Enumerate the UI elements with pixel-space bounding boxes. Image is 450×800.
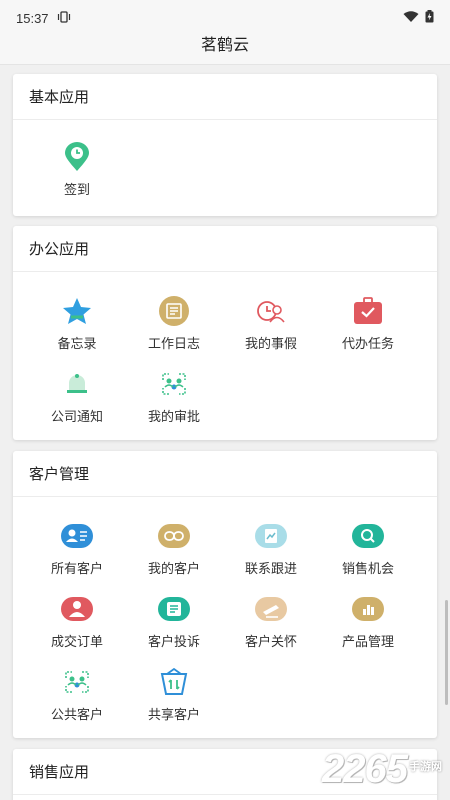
section-title: 客户管理 [13, 451, 437, 497]
contact-followup-label: 联系跟进 [244, 561, 297, 576]
shared-customers-button[interactable]: 共享客户 [126, 665, 222, 723]
company-notice-label: 公司通知 [50, 409, 103, 424]
contact-followup-button[interactable]: 联系跟进 [223, 519, 319, 577]
work-log-button[interactable]: 工作日志 [126, 294, 222, 352]
location-clock-icon [60, 140, 94, 174]
my-approval-button[interactable]: 我的审批 [126, 367, 222, 425]
product-management-button[interactable]: 产品管理 [320, 592, 416, 650]
log-icon [157, 294, 191, 328]
memo-label: 备忘录 [57, 336, 97, 351]
customer-care-button[interactable]: 客户关怀 [223, 592, 319, 650]
section-title: 基本应用 [13, 74, 437, 120]
star-icon [60, 294, 94, 328]
care-icon [254, 592, 288, 626]
wifi-icon [403, 10, 419, 26]
customer-complaint-label: 客户投诉 [147, 634, 200, 649]
status-time: 15:37 [16, 10, 49, 26]
work-log-label: 工作日志 [147, 336, 200, 351]
checkin-label: 签到 [63, 182, 90, 197]
memo-button[interactable]: 备忘录 [29, 294, 125, 352]
company-notice-button[interactable]: 公司通知 [29, 367, 125, 425]
section-basic-apps: 基本应用 签到 [13, 74, 437, 216]
user-order-icon [60, 592, 94, 626]
my-leave-button[interactable]: 我的事假 [223, 294, 319, 352]
bell-icon [60, 367, 94, 401]
share-icon [157, 665, 191, 699]
approval-icon [157, 367, 191, 401]
status-bar: 15:37 [0, 0, 450, 36]
search-icon [351, 519, 385, 553]
customer-complaint-button[interactable]: 客户投诉 [126, 592, 222, 650]
app-title-bar: 茗鹤云 [0, 36, 450, 64]
chart-icon [351, 592, 385, 626]
checkin-button[interactable]: 签到 [29, 140, 125, 198]
task-icon [351, 294, 385, 328]
watermark-suffix: 手游网 [409, 761, 442, 773]
product-management-label: 产品管理 [341, 634, 394, 649]
public-icon [60, 665, 94, 699]
watermark-number: 2265 [322, 747, 408, 791]
battery-icon [425, 10, 434, 26]
leave-icon [254, 294, 288, 328]
section-office-apps: 办公应用 备忘录 工作日志 我的事假 代办任务 公司通知 我的审批 [13, 226, 437, 440]
public-customers-label: 公共客户 [50, 707, 103, 722]
section-customer-management: 客户管理 所有客户 我的客户 联系跟进 销售机会 成交订单 客户投诉 客户关怀 … [13, 451, 437, 738]
shared-customers-label: 共享客户 [147, 707, 200, 722]
my-customers-label: 我的客户 [147, 561, 200, 576]
all-customers-label: 所有客户 [50, 561, 103, 576]
main-content[interactable]: 基本应用 签到 办公应用 备忘录 工作日志 我的事假 代办任务 公司通知 我的审… [0, 64, 450, 800]
my-approval-label: 我的审批 [147, 409, 200, 424]
my-leave-label: 我的事假 [244, 336, 297, 351]
closed-orders-label: 成交订单 [50, 634, 103, 649]
all-customers-button[interactable]: 所有客户 [29, 519, 125, 577]
my-customers-button[interactable]: 我的客户 [126, 519, 222, 577]
link-icon [157, 519, 191, 553]
follow-icon [254, 519, 288, 553]
section-title: 办公应用 [13, 226, 437, 272]
todo-task-label: 代办任务 [341, 336, 394, 351]
todo-task-button[interactable]: 代办任务 [320, 294, 416, 352]
public-customers-button[interactable]: 公共客户 [29, 665, 125, 723]
complaint-icon [157, 592, 191, 626]
watermark-logo: 2265 手游网 [322, 747, 442, 792]
customer-care-label: 客户关怀 [244, 634, 297, 649]
page-title: 茗鹤云 [200, 37, 249, 54]
closed-orders-button[interactable]: 成交订单 [29, 592, 125, 650]
scrollbar[interactable] [445, 600, 448, 705]
sales-opportunity-button[interactable]: 销售机会 [320, 519, 416, 577]
vibrate-icon [57, 10, 71, 26]
sales-opportunity-label: 销售机会 [341, 561, 394, 576]
contacts-icon [60, 519, 94, 553]
